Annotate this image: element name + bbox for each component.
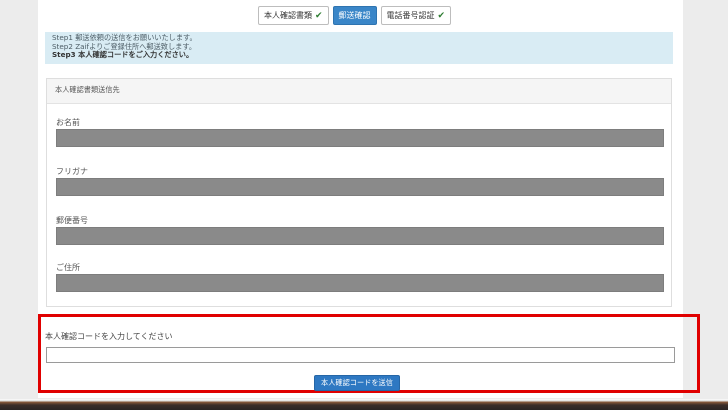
check-icon: ✔ [437, 11, 446, 21]
postal-code-value-redacted [56, 227, 664, 245]
tab-label: 本人確認書類 [264, 11, 312, 20]
verification-code-label: 本人確認コードを入力してください [45, 332, 173, 341]
tab-phone-verification[interactable]: 電話番号認証 ✔ [380, 6, 452, 25]
steps-info-box: Step1 郵送依頼の送信をお願いいたします。 Step2 Zaifよりご登録住… [45, 32, 673, 64]
name-value-redacted [56, 129, 664, 147]
verification-code-input[interactable] [46, 347, 675, 363]
verification-code-section: 本人確認コードを入力してください 本人確認コードを送信 [38, 314, 700, 393]
tab-label: 電話番号認証 [386, 11, 435, 20]
tab-mail-confirmation[interactable]: 郵送確認 [332, 6, 377, 25]
address-card: 本人確認書類送信先 お名前 フリガナ 郵便番号 ご住所 [46, 78, 672, 307]
check-icon: ✔ [315, 11, 323, 21]
furigana-value-redacted [56, 178, 664, 196]
name-label: お名前 [56, 118, 80, 127]
tab-label: 郵送確認 [338, 11, 371, 20]
postal-code-label: 郵便番号 [56, 216, 88, 225]
address-value-redacted [56, 274, 664, 292]
step-tabs: 本人確認書類 ✔ 郵送確認 電話番号認証 ✔ [258, 6, 452, 25]
background-strip [0, 399, 728, 410]
address-label: ご住所 [56, 263, 80, 272]
furigana-label: フリガナ [56, 167, 88, 176]
submit-code-button[interactable]: 本人確認コードを送信 [314, 375, 400, 391]
card-title: 本人確認書類送信先 [47, 79, 671, 104]
step3-text: Step3 本人確認コードをご入力ください。 [52, 50, 194, 60]
tab-identity-documents[interactable]: 本人確認書類 ✔ [258, 6, 329, 25]
